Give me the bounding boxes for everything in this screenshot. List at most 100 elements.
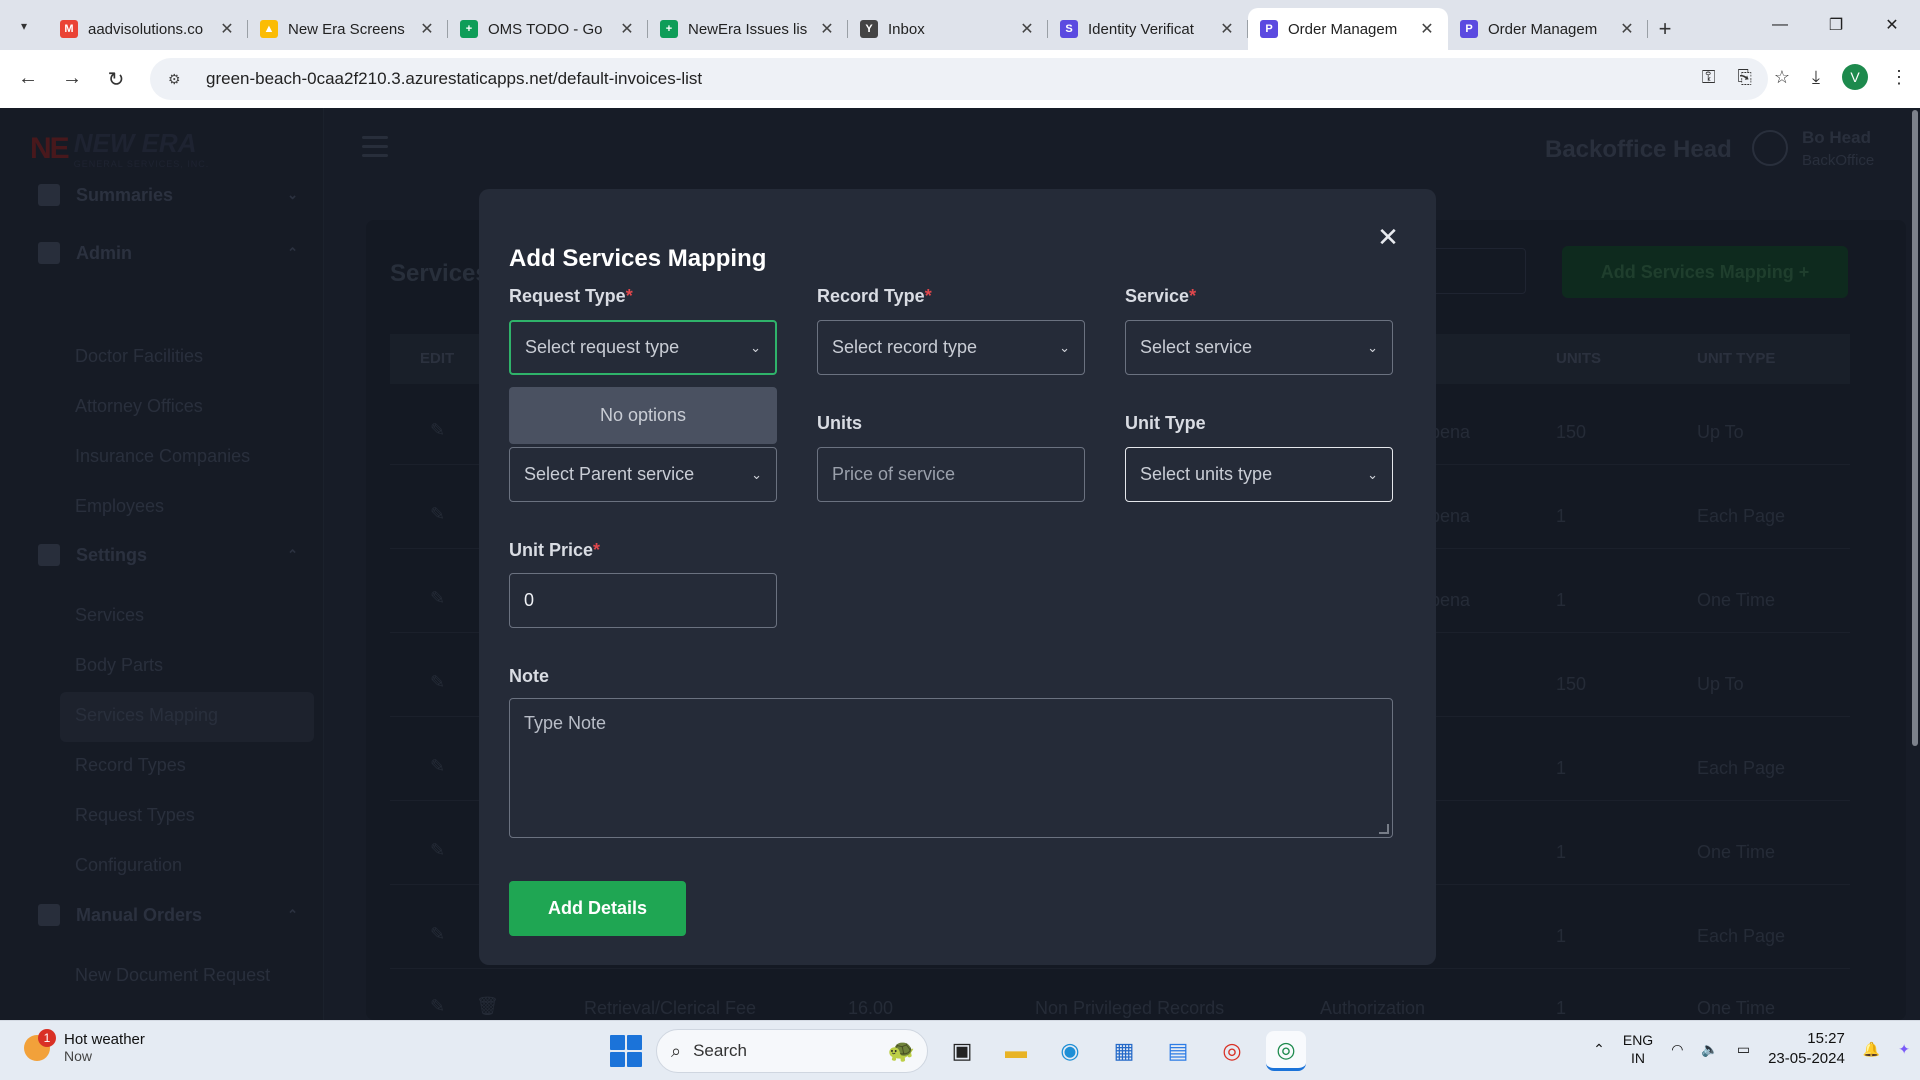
reload-icon[interactable]: ↻ [94, 67, 138, 92]
sheets-icon: + [660, 20, 678, 38]
show-hidden-icons-icon[interactable]: ⌃ [1593, 1041, 1605, 1058]
system-tray: ⌃ ENG IN ◠ 🔈 ▭ 15:27 23-05-2024 🔔 ✦ [1593, 1029, 1910, 1069]
tab-title: Order Managem [1288, 20, 1398, 38]
clock-time: 15:27 [1807, 1030, 1845, 1047]
close-tab-icon[interactable]: ✕ [418, 19, 436, 39]
windows-start-icon[interactable] [610, 1035, 642, 1067]
volume-icon[interactable]: 🔈 [1701, 1041, 1718, 1058]
add-services-mapping-modal: Add Services Mapping ✕ Request Type* Rec… [479, 189, 1436, 965]
close-tab-icon[interactable]: ✕ [1218, 19, 1236, 39]
wifi-icon[interactable]: ◠ [1671, 1041, 1683, 1058]
taskbar-apps: ⌕ Search 🐢 ▣ ▬ ◉ ▦ ▤ ◎ ◎ [610, 1029, 1306, 1073]
parent-service-select[interactable]: Select Parent service ⌄ [509, 447, 777, 502]
parent-service-placeholder: Select Parent service [524, 464, 695, 484]
add-details-button[interactable]: Add Details [509, 881, 686, 936]
task-view-icon[interactable]: ▣ [942, 1031, 982, 1071]
close-tab-icon[interactable]: ✕ [1418, 19, 1436, 39]
taskbar-search[interactable]: ⌕ Search 🐢 [656, 1029, 928, 1073]
record-type-select[interactable]: Select record type ⌄ [817, 320, 1085, 375]
record-type-label: Record Type* [817, 286, 932, 306]
store-icon[interactable]: ▦ [1104, 1031, 1144, 1071]
browser-tab[interactable]: P Order Managem ✕ [1448, 8, 1648, 50]
url-omnibox[interactable]: ⚙ green-beach-0caa2f210.3.azurestaticapp… [150, 58, 1768, 100]
copilot-icon[interactable]: ✦ [1898, 1041, 1910, 1058]
yahoo-icon: Y [860, 20, 878, 38]
install-app-icon[interactable]: ⎘ [1737, 67, 1751, 88]
profile-avatar[interactable]: V [1842, 64, 1868, 90]
s-icon: S [1060, 20, 1078, 38]
close-window-icon[interactable]: ✕ [1864, 0, 1920, 50]
close-tab-icon[interactable]: ✕ [1018, 19, 1036, 39]
notepad-icon[interactable]: ▤ [1158, 1031, 1198, 1071]
browser-tab[interactable]: S Identity Verificat ✕ [1048, 8, 1248, 50]
weather-title: Hot weather [64, 1031, 145, 1048]
battery-icon[interactable]: ▭ [1737, 1041, 1750, 1058]
close-tab-icon[interactable]: ✕ [1618, 19, 1636, 39]
search-icon: ⌕ [671, 1040, 682, 1061]
browser-tab[interactable]: Y Inbox ✕ [848, 8, 1048, 50]
request-type-select[interactable]: Select request type ⌄ [509, 320, 777, 375]
chevron-down-icon: ⌄ [751, 466, 762, 482]
sheets-icon: + [460, 20, 478, 38]
close-icon[interactable]: ✕ [1374, 223, 1402, 251]
tab-title: NewEra Issues lis [688, 20, 808, 38]
url-text[interactable]: green-beach-0caa2f210.3.azurestaticapps.… [206, 69, 702, 89]
close-tab-icon[interactable]: ✕ [818, 19, 836, 39]
weather-widget[interactable]: 1 Hot weather Now [24, 1028, 145, 1064]
restore-icon[interactable]: ❐ [1808, 0, 1864, 50]
language-indicator[interactable]: ENG IN [1623, 1031, 1653, 1067]
clock[interactable]: 15:27 23-05-2024 [1768, 1029, 1845, 1069]
forward-icon[interactable]: → [50, 67, 94, 92]
taskbar-search-label: Search [693, 1041, 747, 1060]
service-placeholder: Select service [1140, 337, 1253, 357]
unit-type-select[interactable]: Select units type ⌄ [1125, 447, 1393, 502]
tab-search-button[interactable]: ▾ [10, 12, 38, 40]
note-placeholder: Type Note [524, 713, 607, 733]
tab-list: Maadvisolutions.co ✕ ▲ New Era Screens ✕ + OMS… [48, 8, 1682, 50]
chrome-icon[interactable]: ◎ [1212, 1031, 1252, 1071]
chrome-profile-icon[interactable]: ◎ [1266, 1031, 1306, 1071]
unit-price-input[interactable]: 0 [509, 573, 777, 628]
browser-tab[interactable]: ▲ New Era Screens ✕ [248, 8, 448, 50]
unit-price-label: Unit Price* [509, 540, 601, 560]
chevron-down-icon: ⌄ [1367, 339, 1378, 355]
window-controls: — ❐ ✕ [1752, 0, 1920, 50]
new-tab-button[interactable]: + [1648, 8, 1682, 50]
close-tab-icon[interactable]: ✕ [218, 19, 236, 39]
download-icon[interactable]: ⤓ [1812, 67, 1820, 88]
tab-title: aadvisolutions.co [88, 20, 204, 38]
note-label: Note [509, 666, 549, 686]
back-icon[interactable]: ← [6, 67, 50, 92]
resize-handle-icon[interactable] [1379, 824, 1389, 834]
edge-browser-icon[interactable]: ◉ [1050, 1031, 1090, 1071]
close-tab-icon[interactable]: ✕ [618, 19, 636, 39]
password-key-icon[interactable]: ⚿ [1702, 67, 1716, 88]
note-textarea[interactable]: Type Note [509, 698, 1393, 838]
browser-tab[interactable]: P Order Managem ✕ [1248, 8, 1448, 50]
browser-tab[interactable]: + OMS TODO - Go ✕ [448, 8, 648, 50]
service-label: Service* [1125, 286, 1197, 306]
chevron-down-icon: ⌄ [750, 339, 761, 355]
browser-tab-strip: ▾ Maadvisolutions.co ✕ ▲ New Era Screens ✕ + O… [0, 0, 1920, 50]
tab-title: Inbox [888, 20, 925, 38]
service-select[interactable]: Select service ⌄ [1125, 320, 1393, 375]
weather-badge: 1 [38, 1028, 56, 1047]
tab-title: New Era Screens [288, 20, 405, 38]
drive-icon: ▲ [260, 20, 278, 38]
dropdown-empty-text: No options [599, 405, 687, 425]
search-highlight-icon: 🐢 [887, 1038, 915, 1063]
address-bar: ← → ↻ ⚙ green-beach-0caa2f210.3.azuresta… [0, 50, 1920, 108]
page-scrollbar[interactable] [1912, 110, 1918, 746]
unit-type-label: Unit Type [1125, 413, 1206, 433]
units-input[interactable]: Price of service [817, 447, 1085, 502]
site-info-icon[interactable]: ⚙ [168, 71, 188, 88]
bookmark-star-icon[interactable]: ☆ [1774, 67, 1790, 88]
kebab-menu-icon[interactable]: ⋮ [1890, 67, 1908, 88]
app-icon: P [1460, 20, 1478, 38]
browser-tab[interactable]: Maadvisolutions.co ✕ [48, 8, 248, 50]
file-explorer-icon[interactable]: ▬ [996, 1031, 1036, 1071]
notification-bell-icon[interactable]: 🔔 [1863, 1041, 1880, 1058]
minimize-icon[interactable]: — [1752, 0, 1808, 50]
windows-taskbar: 1 Hot weather Now ⌕ Search 🐢 ▣ ▬ ◉ ▦ ▤ ◎… [0, 1020, 1920, 1080]
browser-tab[interactable]: + NewEra Issues lis ✕ [648, 8, 848, 50]
